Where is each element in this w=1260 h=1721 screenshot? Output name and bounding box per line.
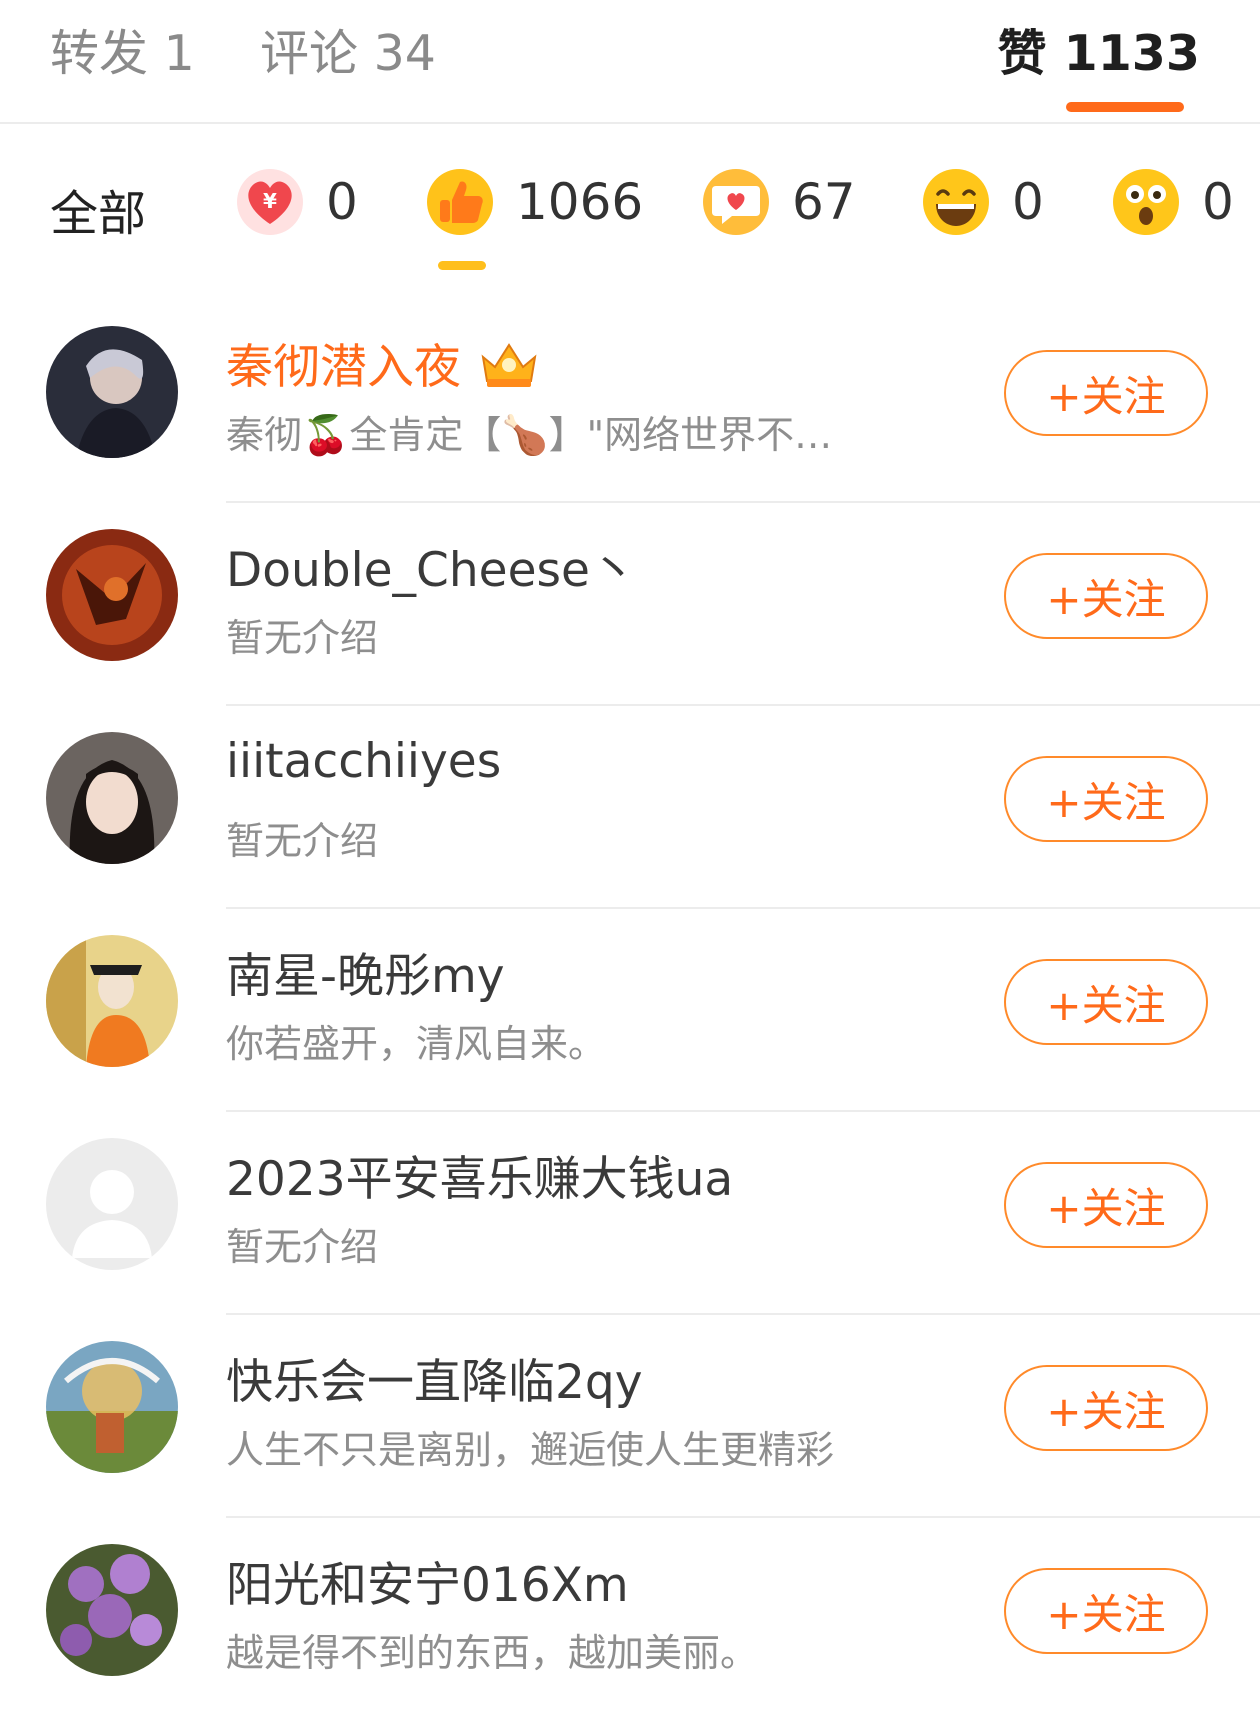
- reaction-count: 67: [792, 173, 856, 231]
- user-bio: 越是得不到的东西，越加美丽。: [226, 1631, 759, 1675]
- user-bio: 暂无介绍: [226, 819, 379, 863]
- list-item[interactable]: 阳光和安宁016Xm 越是得不到的东西，越加美丽。 +关注: [0, 1518, 1260, 1721]
- user-bio: 暂无介绍: [226, 616, 379, 660]
- avatar[interactable]: [46, 326, 178, 458]
- filter-laughing[interactable]: 0: [920, 164, 1044, 240]
- user-name[interactable]: iiitacchiiyes: [226, 734, 501, 789]
- avatar[interactable]: [46, 1544, 178, 1676]
- follow-button[interactable]: +关注: [1004, 1162, 1208, 1248]
- follow-button[interactable]: +关注: [1004, 756, 1208, 842]
- money-heart-icon: ¥: [237, 169, 303, 235]
- user-name[interactable]: 2023平安喜乐赚大钱ua: [226, 1140, 733, 1209]
- tab-repost[interactable]: 转发 1: [50, 14, 195, 85]
- filter-heart-bubble[interactable]: 67: [700, 164, 856, 240]
- follow-button[interactable]: +关注: [1004, 959, 1208, 1045]
- reaction-count: 1066: [516, 173, 644, 231]
- list-item[interactable]: iiitacchiiyes 暂无介绍 +关注: [0, 706, 1260, 909]
- tab-like[interactable]: 赞 1133: [998, 14, 1200, 85]
- list-item[interactable]: Double_Cheese丶 暂无介绍 +关注: [0, 503, 1260, 706]
- avatar[interactable]: [46, 732, 178, 864]
- filter-money-heart[interactable]: ¥ 0: [234, 164, 358, 240]
- list-item[interactable]: 南星-晚彤my 你若盛开，清风自来。 +关注: [0, 909, 1260, 1112]
- user-bio: 你若盛开，清风自来。: [226, 1022, 607, 1066]
- follow-button[interactable]: +关注: [1004, 553, 1208, 639]
- filter-all[interactable]: 全部: [50, 174, 146, 244]
- svg-text:¥: ¥: [263, 189, 277, 213]
- thumbs-up-icon: [427, 169, 493, 235]
- reaction-count: 0: [326, 173, 358, 231]
- avatar[interactable]: [46, 1138, 178, 1270]
- user-name[interactable]: 南星-晚彤my: [226, 937, 505, 1006]
- user-bio: 暂无介绍: [226, 1225, 379, 1269]
- laughing-face-icon: [923, 169, 989, 235]
- comment-tabs: 转发 1 评论 34 赞 1133: [0, 0, 1260, 124]
- user-bio: 秦彻🍒全肯定【🍗】"网络世界不…: [226, 413, 833, 457]
- reaction-count: 0: [1202, 173, 1234, 231]
- filter-surprised[interactable]: 0: [1110, 164, 1234, 240]
- reaction-count: 0: [1012, 173, 1044, 231]
- avatar[interactable]: [46, 529, 178, 661]
- user-name[interactable]: 快乐会一直降临2qy: [226, 1343, 643, 1412]
- user-bio: 人生不只是离别，邂逅使人生更精彩: [226, 1428, 835, 1472]
- user-name[interactable]: Double_Cheese丶: [226, 531, 637, 600]
- liker-list: 秦彻潜入夜 秦彻🍒全肯定【🍗】"网络世界不… +关注 Double_Cheese…: [0, 300, 1260, 1721]
- reaction-filter-bar: 全部 ¥ 0 1066 67 0 0: [0, 124, 1260, 284]
- follow-button[interactable]: +关注: [1004, 1365, 1208, 1451]
- vip-crown-icon: [481, 342, 537, 387]
- avatar[interactable]: [46, 935, 178, 1067]
- filter-thumbs-up[interactable]: 1066: [424, 164, 643, 240]
- follow-button[interactable]: +关注: [1004, 350, 1208, 436]
- list-item[interactable]: 2023平安喜乐赚大钱ua 暂无介绍 +关注: [0, 1112, 1260, 1315]
- user-name[interactable]: 秦彻潜入夜: [226, 328, 541, 397]
- user-name[interactable]: 阳光和安宁016Xm: [226, 1546, 629, 1615]
- follow-button[interactable]: +关注: [1004, 1568, 1208, 1654]
- list-item[interactable]: 快乐会一直降临2qy 人生不只是离别，邂逅使人生更精彩 +关注: [0, 1315, 1260, 1518]
- list-item[interactable]: 秦彻潜入夜 秦彻🍒全肯定【🍗】"网络世界不… +关注: [0, 300, 1260, 503]
- active-tab-indicator: [1066, 102, 1184, 112]
- active-filter-indicator: [438, 261, 486, 270]
- avatar[interactable]: [46, 1341, 178, 1473]
- tab-comment[interactable]: 评论 34: [260, 14, 436, 85]
- surprised-face-icon: [1113, 169, 1179, 235]
- heart-bubble-icon: [703, 169, 769, 235]
